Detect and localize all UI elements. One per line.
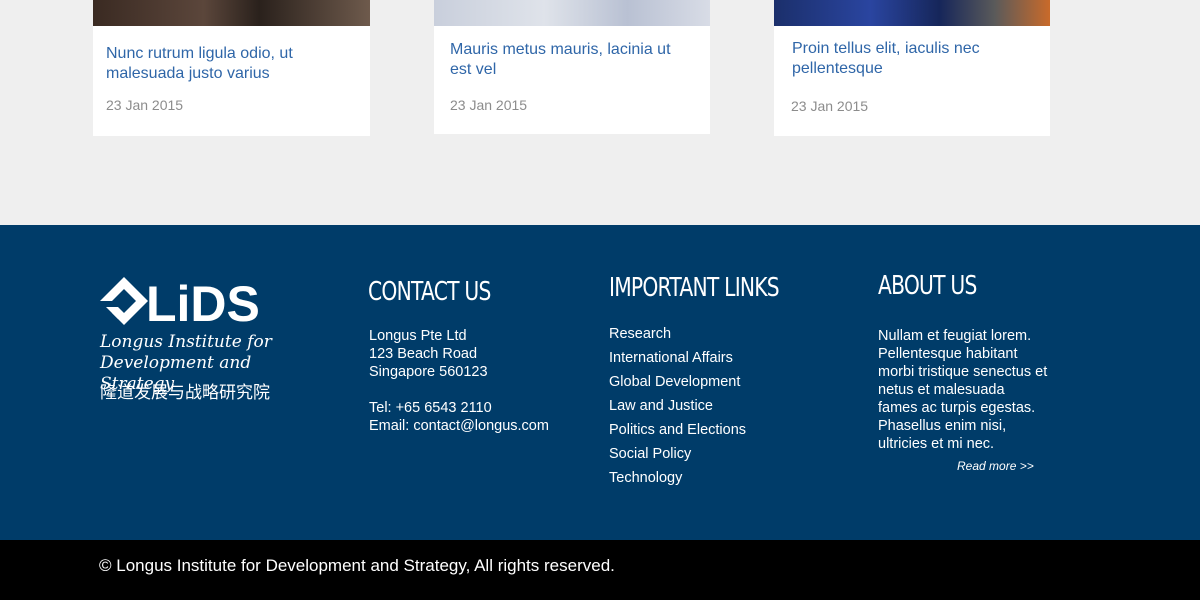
lids-logo-icon[interactable]: LiDS xyxy=(100,277,260,329)
about-text: Nullam et feugiat lorem. Pellentesque ha… xyxy=(878,328,1048,452)
logo-mark-text: LiDS xyxy=(146,277,260,329)
contact-info: Longus Pte Ltd 123 Beach Road Singapore … xyxy=(369,327,549,435)
news-card-date: 23 Jan 2015 xyxy=(791,98,869,114)
news-card-date: 23 Jan 2015 xyxy=(450,97,528,113)
copyright-text: © Longus Institute for Development and S… xyxy=(99,556,615,575)
news-card[interactable]: Proin tellus elit, iaculis nec pellentes… xyxy=(774,0,1050,136)
news-card-date: 23 Jan 2015 xyxy=(106,97,184,113)
news-card-title[interactable]: Proin tellus elit, iaculis nec pellentes… xyxy=(792,39,1036,78)
footer-link-international-affairs[interactable]: International Affairs xyxy=(609,349,746,373)
news-card-image[interactable] xyxy=(93,0,370,26)
about-heading: ABOUT US xyxy=(878,271,977,301)
news-card-image[interactable] xyxy=(774,0,1050,26)
news-card[interactable]: Nunc rutrum ligula odio, ut malesuada ju… xyxy=(93,0,370,136)
read-more-link[interactable]: Read more >> xyxy=(957,459,1034,473)
site-footer: LiDS Longus Institute for Development an… xyxy=(0,225,1200,540)
contact-company: Longus Pte Ltd xyxy=(369,328,467,344)
important-links-list: Research International Affairs Global De… xyxy=(609,325,746,493)
contact-address-line1: 123 Beach Road xyxy=(369,346,478,362)
footer-link-politics-and-elections[interactable]: Politics and Elections xyxy=(609,421,746,445)
logo-name-cn: 隆道发展与战略研究院 xyxy=(100,383,270,402)
news-section: Nunc rutrum ligula odio, ut malesuada ju… xyxy=(0,0,1200,225)
links-heading: IMPORTANT LINKS xyxy=(609,273,780,303)
contact-address-line2: Singapore 560123 xyxy=(369,364,488,380)
news-card-image[interactable] xyxy=(434,0,710,26)
news-card-title[interactable]: Nunc rutrum ligula odio, ut malesuada ju… xyxy=(106,44,356,83)
footer-link-global-development[interactable]: Global Development xyxy=(609,373,746,397)
news-card[interactable]: Mauris metus mauris, lacinia ut est vel … xyxy=(434,0,710,134)
contact-tel[interactable]: Tel: +65 6543 2110 xyxy=(369,399,549,417)
footer-link-technology[interactable]: Technology xyxy=(609,469,746,493)
contact-email[interactable]: Email: contact@longus.com xyxy=(369,417,549,435)
copyright-bar: © Longus Institute for Development and S… xyxy=(0,540,1200,600)
footer-link-law-and-justice[interactable]: Law and Justice xyxy=(609,397,746,421)
footer-link-social-policy[interactable]: Social Policy xyxy=(609,445,746,469)
contact-heading: CONTACT US xyxy=(368,277,491,307)
news-card-title[interactable]: Mauris metus mauris, lacinia ut est vel xyxy=(450,40,696,79)
footer-link-research[interactable]: Research xyxy=(609,325,746,349)
